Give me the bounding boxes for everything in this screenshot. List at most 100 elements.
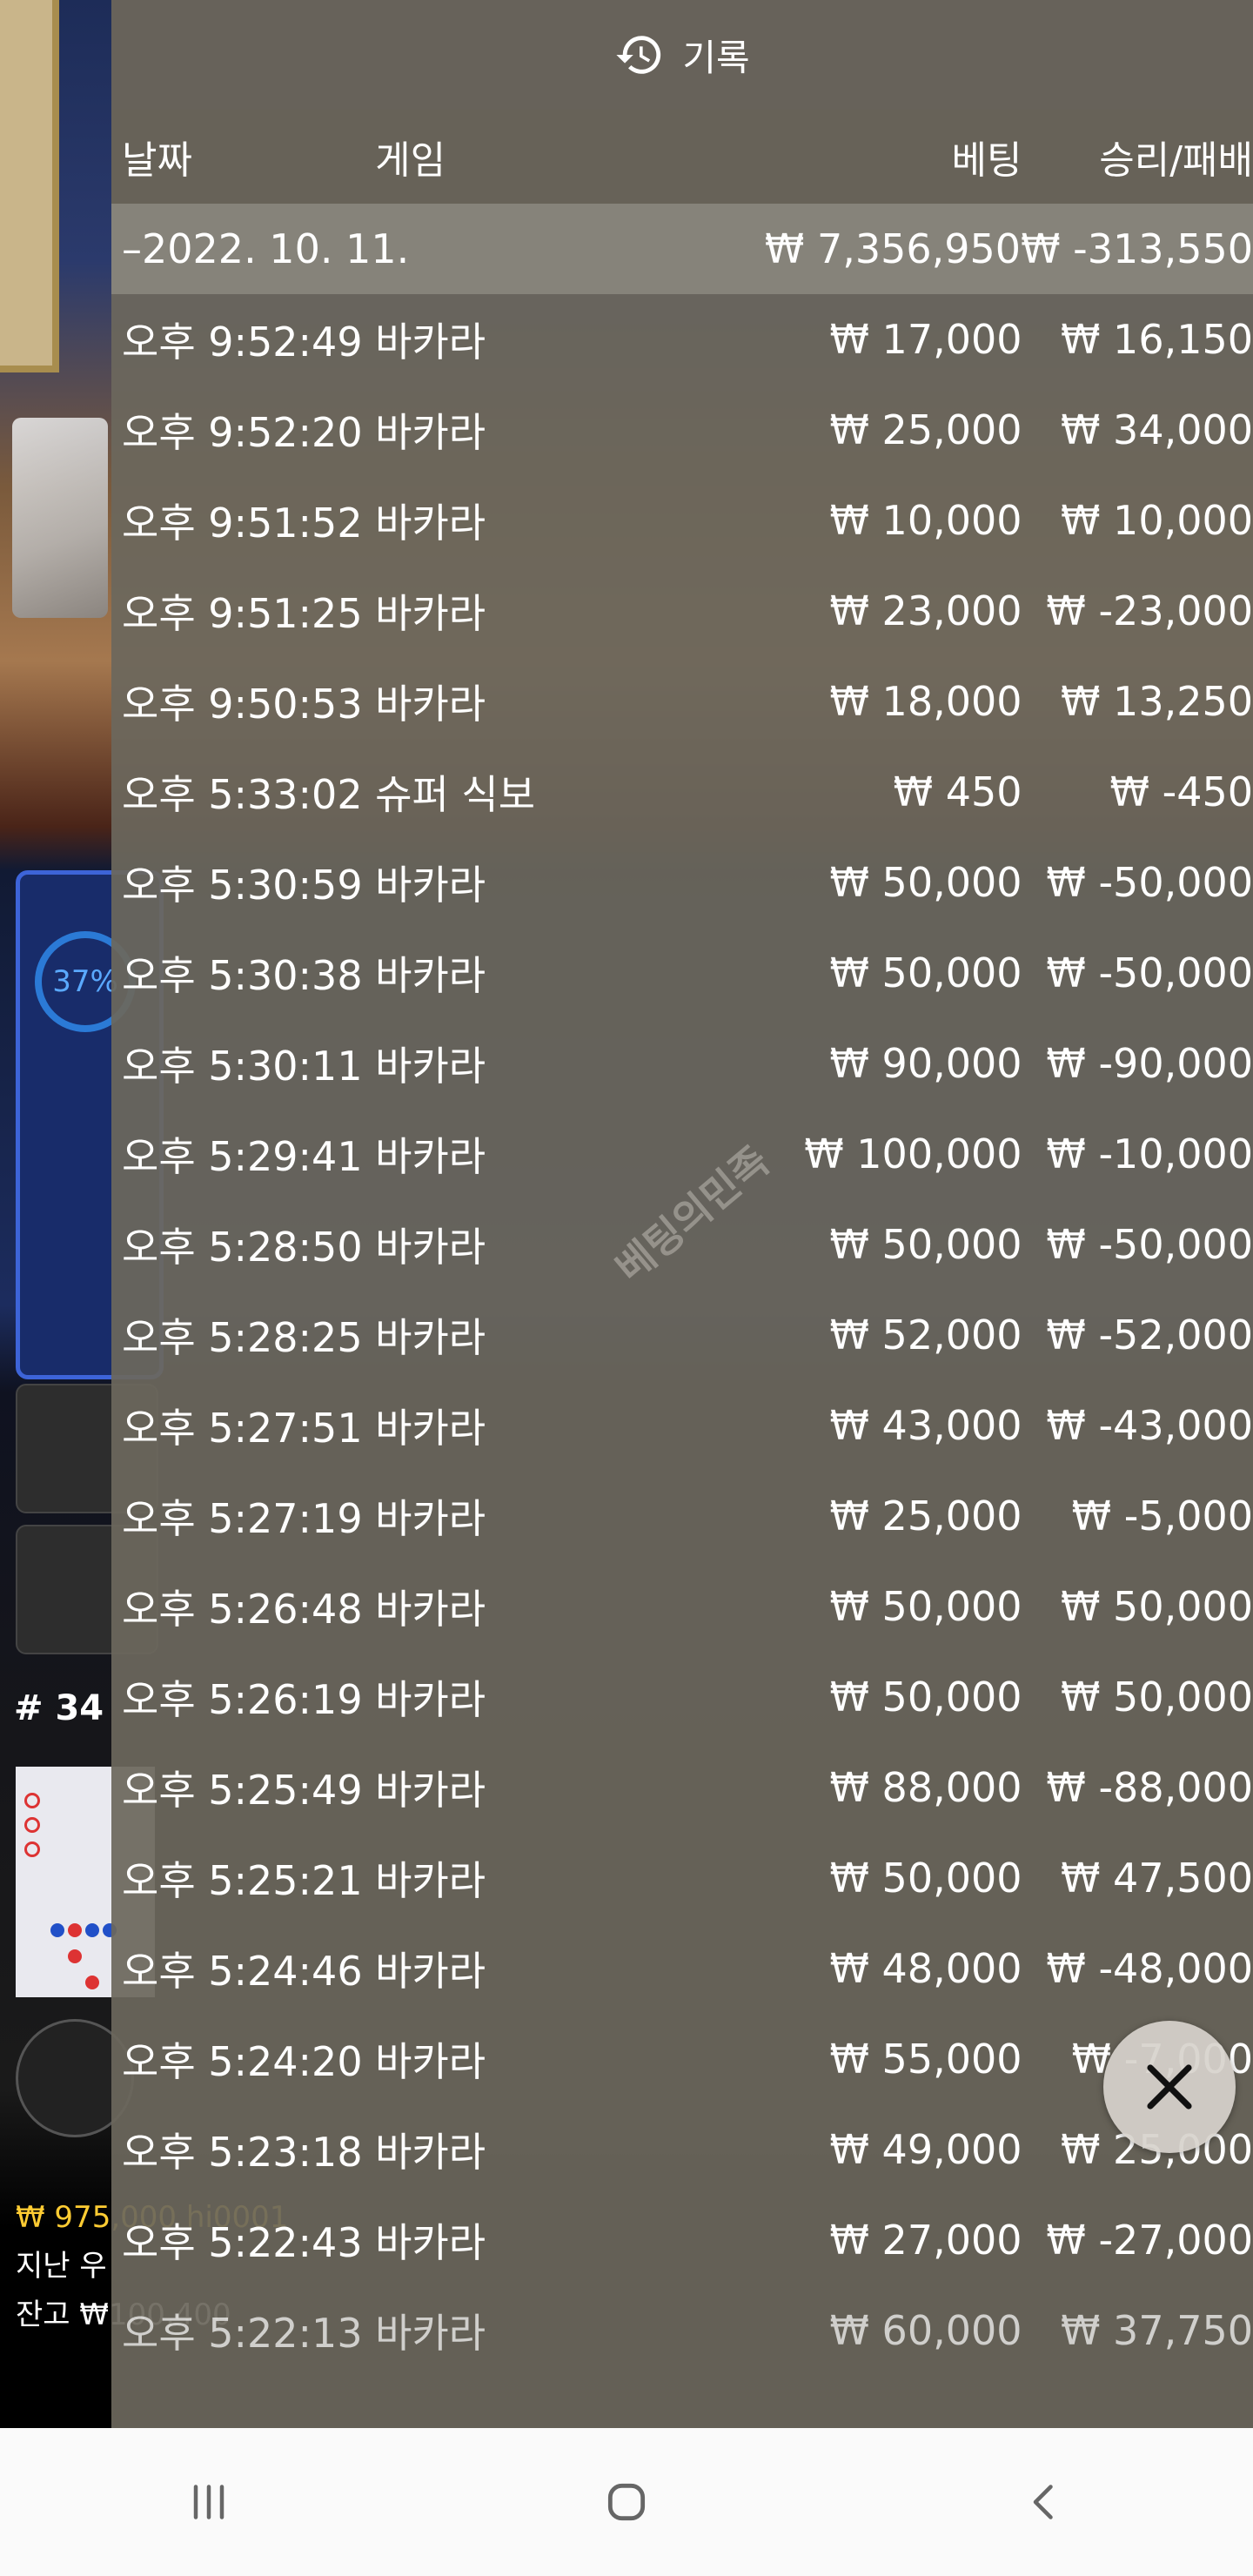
row-bet: ₩ 52,000 — [829, 1311, 1022, 1358]
row-time: 오후 5:26:48 — [122, 1586, 363, 1633]
table-row[interactable]: 오후 9:52:20 바카라 ₩ 25,000 ₩ 34,000 — [111, 385, 1253, 475]
column-date: 날짜 — [122, 138, 192, 183]
table-row[interactable]: 오후 5:25:49 바카라 ₩ 88,000 ₩ -88,000 — [111, 1742, 1253, 1833]
row-win-loss: ₩ -43,000 — [1046, 1402, 1253, 1449]
row-game: 바카라 — [375, 1495, 486, 1542]
row-time: 오후 5:23:18 — [122, 2129, 363, 2176]
row-bet: ₩ 17,000 — [829, 316, 1022, 363]
row-win-loss: ₩ -50,000 — [1046, 1221, 1253, 1268]
row-win-loss: ₩ 47,500 — [1060, 1855, 1253, 1902]
table-row[interactable]: 오후 5:26:19 바카라 ₩ 50,000 ₩ 50,000 — [111, 1652, 1253, 1742]
home-button[interactable] — [574, 2450, 679, 2554]
table-row[interactable]: 오후 9:50:53 바카라 ₩ 18,000 ₩ 13,250 — [111, 656, 1253, 747]
recent-apps-button[interactable] — [157, 2450, 261, 2554]
table-row[interactable]: 오후 5:33:02 슈퍼 식보 ₩ 450 ₩ -450 — [111, 747, 1253, 837]
row-game: 바카라 — [375, 409, 486, 456]
table-row[interactable]: 오후 5:30:59 바카라 ₩ 50,000 ₩ -50,000 — [111, 837, 1253, 928]
table-row[interactable]: 오후 5:24:20바카라₩ 55,000₩ -7,000 — [111, 2014, 1253, 2104]
row-game: 바카라 — [375, 500, 486, 547]
table-row[interactable]: 오후 5:23:18바카라₩ 49,000₩ 25,000 — [111, 2104, 1253, 2195]
round-number: # 34 — [14, 1688, 104, 1728]
row-bet: ₩ 50,000 — [829, 1674, 1022, 1721]
row-bet: ₩ 48,000 — [829, 1945, 1022, 1992]
row-bet: ₩ 55,000 — [829, 2036, 1022, 2083]
table-row[interactable]: 오후 5:27:19 바카라 ₩ 25,000 ₩ -5,000 — [111, 1471, 1253, 1561]
row-win-loss: ₩ -48,000 — [1046, 1945, 1253, 1992]
row-bet: ₩ 10,000 — [829, 497, 1022, 544]
back-button[interactable] — [992, 2450, 1096, 2554]
row-win-loss: ₩ -50,000 — [1046, 859, 1253, 906]
row-game: 바카라 — [375, 2310, 486, 2357]
row-game: 바카라 — [375, 1857, 486, 1904]
row-bet: ₩ 50,000 — [829, 1583, 1022, 1630]
table-row[interactable]: 오후 5:27:51 바카라 ₩ 43,000 ₩ -43,000 — [111, 1380, 1253, 1471]
row-win-loss: ₩ -52,000 — [1046, 1311, 1253, 1358]
table-row[interactable]: 오후 5:24:46 바카라 ₩ 48,000 ₩ -48,000 — [111, 1923, 1253, 2014]
row-time: 오후 9:51:25 — [122, 590, 363, 637]
row-win-loss: ₩ 50,000 — [1060, 1674, 1253, 1721]
table-row[interactable]: 오후 5:29:41 바카라 ₩ 100,000 ₩ -10,000 — [111, 1109, 1253, 1199]
home-icon — [607, 2483, 646, 2521]
table-row[interactable]: 오후 5:22:43 바카라 ₩ 27,000 ₩ -27,000 — [111, 2195, 1253, 2285]
table-row[interactable]: 오후 5:30:38 바카라 ₩ 50,000 ₩ -50,000 — [111, 928, 1253, 1018]
row-win-loss: ₩ 13,250 — [1060, 678, 1253, 725]
table-row[interactable]: 오후 5:28:50 바카라 ₩ 50,000 ₩ -50,000 — [111, 1199, 1253, 1290]
history-titlebar: 기록 — [111, 0, 1253, 110]
row-win-loss: ₩ 50,000 — [1060, 1583, 1253, 1630]
row-game: 바카라 — [375, 1405, 486, 1452]
row-bet: ₩ 50,000 — [829, 949, 1022, 996]
row-time: 오후 5:30:59 — [122, 862, 363, 909]
row-bet: ₩ 25,000 — [829, 1493, 1022, 1540]
table-row[interactable]: 오후 5:28:25 바카라 ₩ 52,000 ₩ -52,000 — [111, 1290, 1253, 1380]
close-button[interactable] — [1103, 2021, 1236, 2153]
table-row[interactable]: 오후 5:26:48 바카라 ₩ 50,000 ₩ 50,000 — [111, 1561, 1253, 1652]
row-win-loss: ₩ -450 — [1109, 768, 1253, 815]
table-row[interactable]: 오후 5:25:21 바카라 ₩ 50,000 ₩ 47,500 — [111, 1833, 1253, 1923]
row-time: 오후 5:25:21 — [122, 1857, 363, 1904]
row-win-loss: ₩ 34,000 — [1060, 406, 1253, 453]
row-time: 오후 5:29:41 — [122, 1133, 363, 1180]
row-win-loss: ₩ 37,750 — [1060, 2307, 1253, 2354]
row-time: 오후 5:22:43 — [122, 2219, 363, 2266]
close-icon — [1147, 2064, 1192, 2110]
row-bet: ₩ 90,000 — [829, 1040, 1022, 1087]
row-bet: ₩ 27,000 — [829, 2217, 1022, 2264]
row-bet: ₩ 25,000 — [829, 406, 1022, 453]
row-win-loss: ₩ -90,000 — [1046, 1040, 1253, 1087]
row-win-loss: ₩ -23,000 — [1046, 587, 1253, 634]
column-win-loss: 승리/패배 — [1099, 138, 1253, 183]
summary-bet: ₩ 7,356,950 — [764, 225, 1022, 272]
row-win-loss: ₩ -10,000 — [1046, 1130, 1253, 1177]
row-game: 바카라 — [375, 1767, 486, 1814]
row-time: 오후 5:30:11 — [122, 1043, 363, 1090]
row-time: 오후 9:52:20 — [122, 409, 363, 456]
back-icon — [1033, 2485, 1053, 2519]
history-panel: 베팅의민족 기록 날짜 게임 베팅 승리/패배 –2022. 10. 11. ₩… — [111, 0, 1253, 2428]
table-row[interactable]: 오후 5:22:13 바카라 ₩ 60,000 ₩ 37,750 — [111, 2285, 1253, 2376]
table-row[interactable]: 오후 9:52:49 바카라 ₩ 17,000 ₩ 16,150 — [111, 294, 1253, 385]
row-game: 바카라 — [375, 1224, 486, 1271]
table-row[interactable]: 오후 5:30:11 바카라 ₩ 90,000 ₩ -90,000 — [111, 1018, 1253, 1109]
summary-date: –2022. 10. 11. — [122, 225, 410, 272]
column-game: 게임 — [375, 138, 446, 183]
row-time: 오후 5:27:51 — [122, 1405, 363, 1452]
row-game: 바카라 — [375, 1043, 486, 1090]
row-time: 오후 9:52:49 — [122, 319, 363, 366]
row-bet: ₩ 49,000 — [829, 2126, 1022, 2173]
date-summary-row[interactable]: –2022. 10. 11. ₩ 7,356,950 ₩ -313,550 — [111, 204, 1253, 294]
row-win-loss: ₩ -5,000 — [1071, 1493, 1253, 1540]
row-bet: ₩ 23,000 — [829, 587, 1022, 634]
row-game: 바카라 — [375, 2038, 486, 2085]
table-row[interactable]: 오후 9:51:52 바카라 ₩ 10,000 ₩ 10,000 — [111, 475, 1253, 566]
row-bet: ₩ 450 — [893, 768, 1022, 815]
row-game: 바카라 — [375, 319, 486, 366]
row-win-loss: ₩ 10,000 — [1060, 497, 1253, 544]
row-bet: ₩ 50,000 — [829, 1855, 1022, 1902]
row-bet: ₩ 50,000 — [829, 859, 1022, 906]
row-bet: ₩ 50,000 — [829, 1221, 1022, 1268]
row-game: 바카라 — [375, 2129, 486, 2176]
row-bet: ₩ 100,000 — [804, 1130, 1022, 1177]
history-list[interactable]: 오후 9:52:49 바카라 ₩ 17,000 ₩ 16,150 오후 9:52:20… — [111, 294, 1253, 2376]
table-row[interactable]: 오후 9:51:25 바카라 ₩ 23,000 ₩ -23,000 — [111, 566, 1253, 656]
row-bet: ₩ 88,000 — [829, 1764, 1022, 1811]
